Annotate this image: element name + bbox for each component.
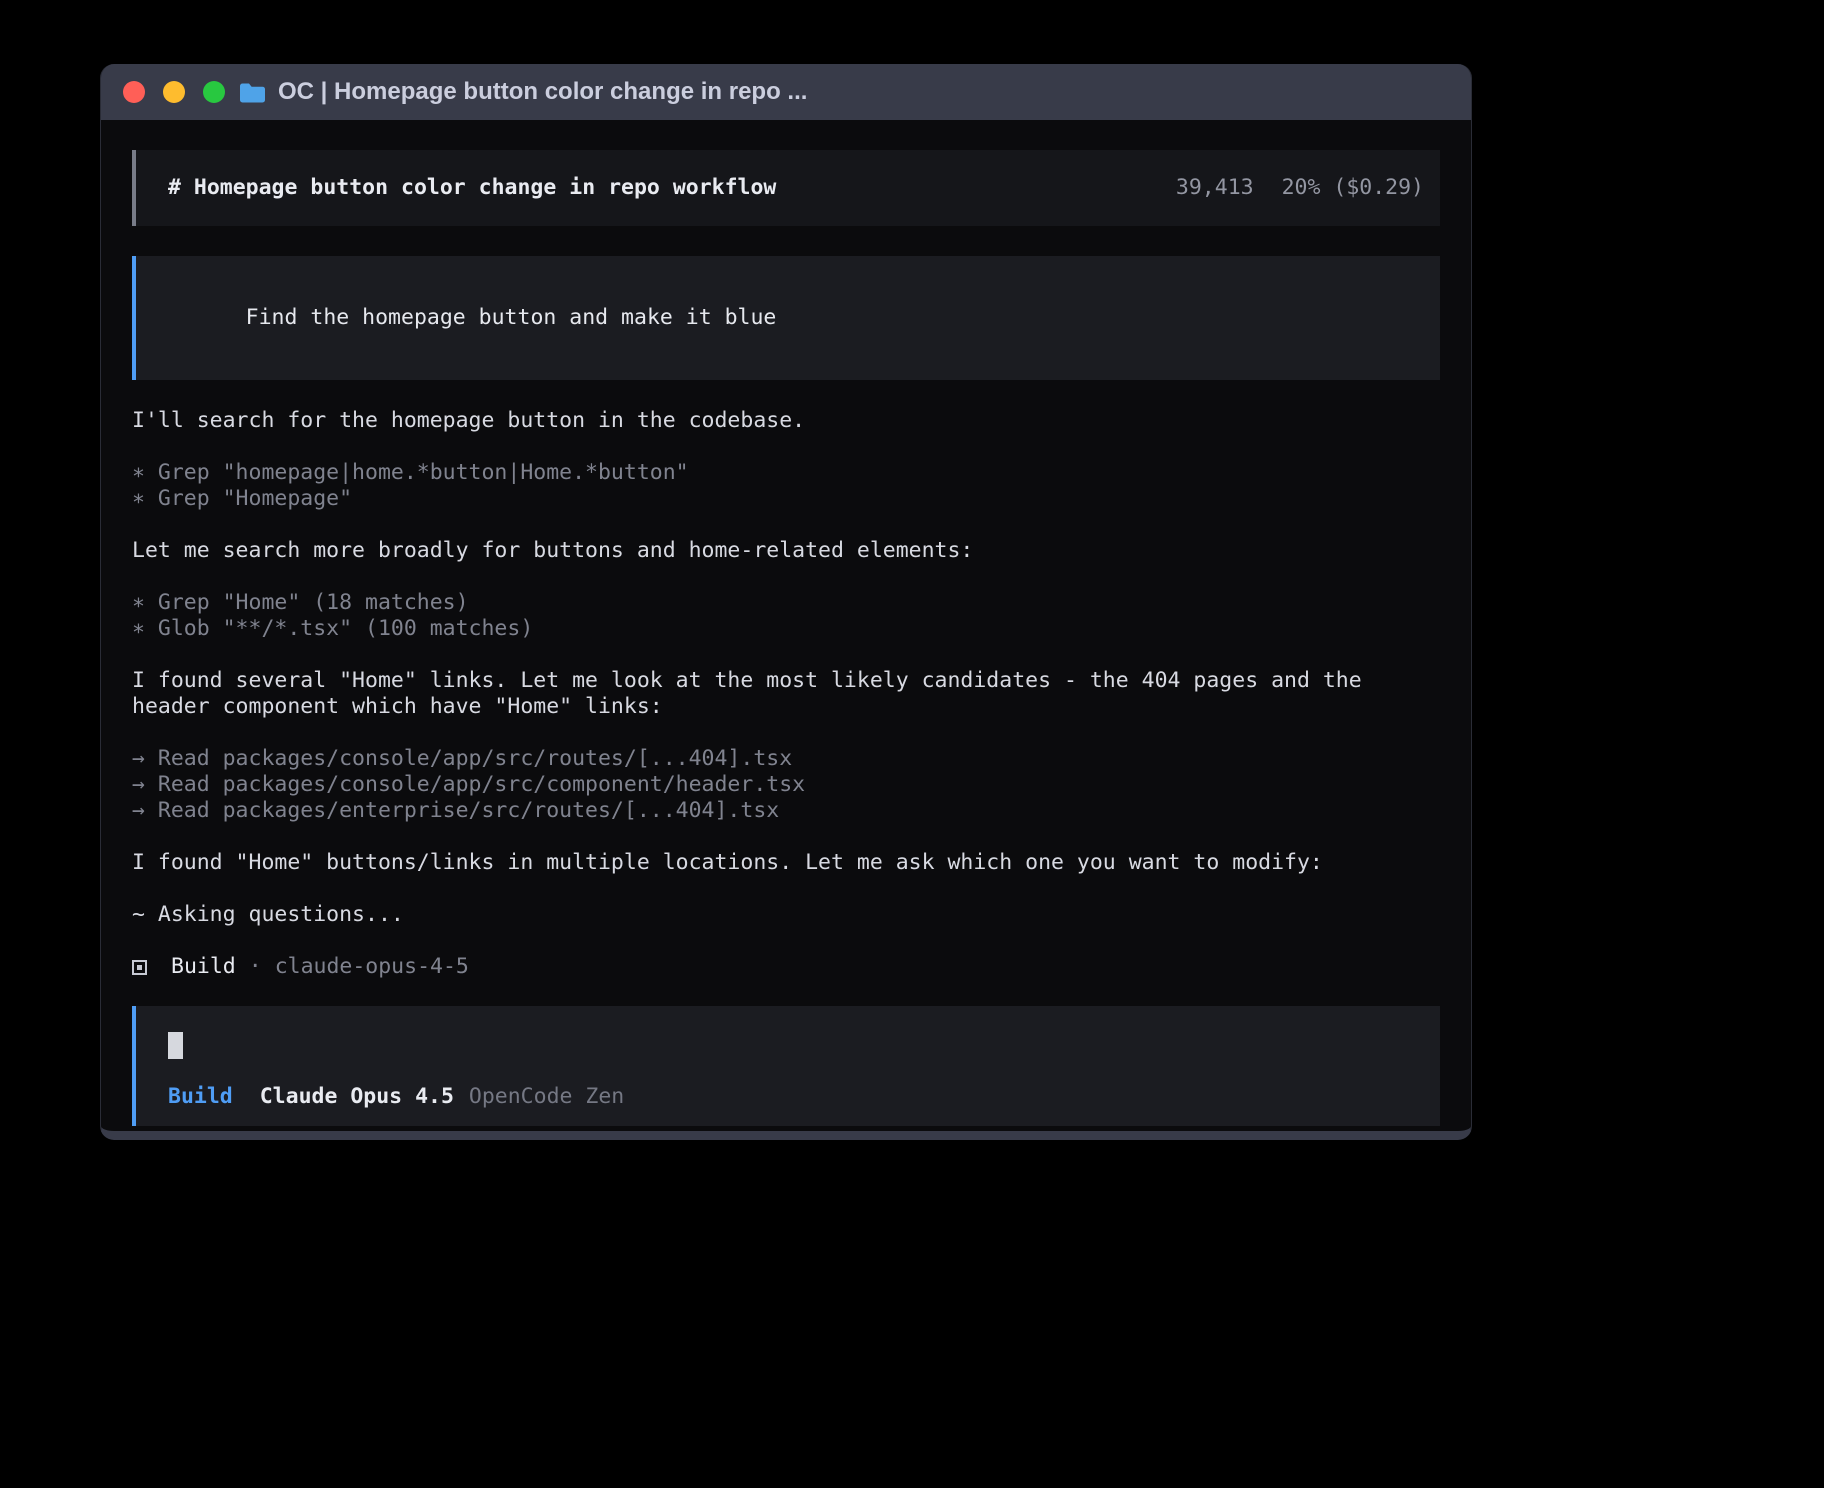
model-label: Claude Opus 4.5 — [260, 1084, 454, 1110]
close-button[interactable] — [123, 81, 145, 103]
session-title: # Homepage button color change in repo w… — [168, 174, 776, 202]
prompt-input-area[interactable]: Build Claude Opus 4.5 OpenCode Zen — [132, 1006, 1440, 1126]
text-cursor — [168, 1032, 183, 1059]
agent-name: Build — [171, 954, 236, 980]
tool-call-line: ∗ Glob "**/*.tsx" (100 matches) — [132, 616, 1440, 642]
user-message-text: Find the homepage button and make it blu… — [246, 305, 777, 330]
agent-separator: · — [249, 954, 262, 980]
session-cost: ($0.29) — [1333, 175, 1424, 200]
folder-icon — [239, 82, 266, 103]
mode-label: Build — [168, 1084, 233, 1110]
titlebar: OC | Homepage button color change in rep… — [101, 64, 1471, 120]
agent-model: claude-opus-4-5 — [275, 954, 469, 980]
terminal-content: # Homepage button color change in repo w… — [101, 120, 1471, 1140]
minimize-button[interactable] — [163, 81, 185, 103]
session-stats: 39,413 20% ($0.29) — [1176, 174, 1424, 202]
context-percent: 20% — [1282, 175, 1321, 200]
user-message: Find the homepage button and make it blu… — [132, 256, 1440, 380]
read-line: → Read packages/enterprise/src/routes/[.… — [132, 798, 1440, 824]
tool-call-line: ∗ Grep "Home" (18 matches) — [132, 590, 1440, 616]
terminal-window: OC | Homepage button color change in rep… — [100, 64, 1472, 1140]
assistant-text: I found "Home" buttons/links in multiple… — [132, 850, 1377, 876]
status-line: ~ Asking questions... — [132, 902, 1440, 928]
folder-icon-shape — [240, 83, 265, 102]
agent-row: Build · claude-opus-4-5 — [132, 954, 1440, 980]
session-header: # Homepage button color change in repo w… — [132, 150, 1440, 226]
read-line: → Read packages/console/app/src/routes/[… — [132, 746, 1440, 772]
provider-label: OpenCode Zen — [469, 1084, 624, 1110]
assistant-text: Let me search more broadly for buttons a… — [132, 538, 1440, 564]
token-count: 39,413 — [1176, 175, 1254, 200]
tool-call-line: ∗ Grep "Homepage" — [132, 486, 1440, 512]
tool-call-line: ∗ Grep "homepage|home.*button|Home.*butt… — [132, 460, 1440, 486]
transcript: I'll search for the homepage button in t… — [132, 408, 1440, 980]
assistant-text: I'll search for the homepage button in t… — [132, 408, 1440, 434]
input-meta: Build Claude Opus 4.5 OpenCode Zen — [168, 1084, 1408, 1110]
window-title: OC | Homepage button color change in rep… — [278, 78, 807, 106]
build-agent-icon — [132, 960, 147, 975]
assistant-text: I found several "Home" links. Let me loo… — [132, 668, 1377, 720]
zoom-button[interactable] — [203, 81, 225, 103]
read-line: → Read packages/console/app/src/componen… — [132, 772, 1440, 798]
